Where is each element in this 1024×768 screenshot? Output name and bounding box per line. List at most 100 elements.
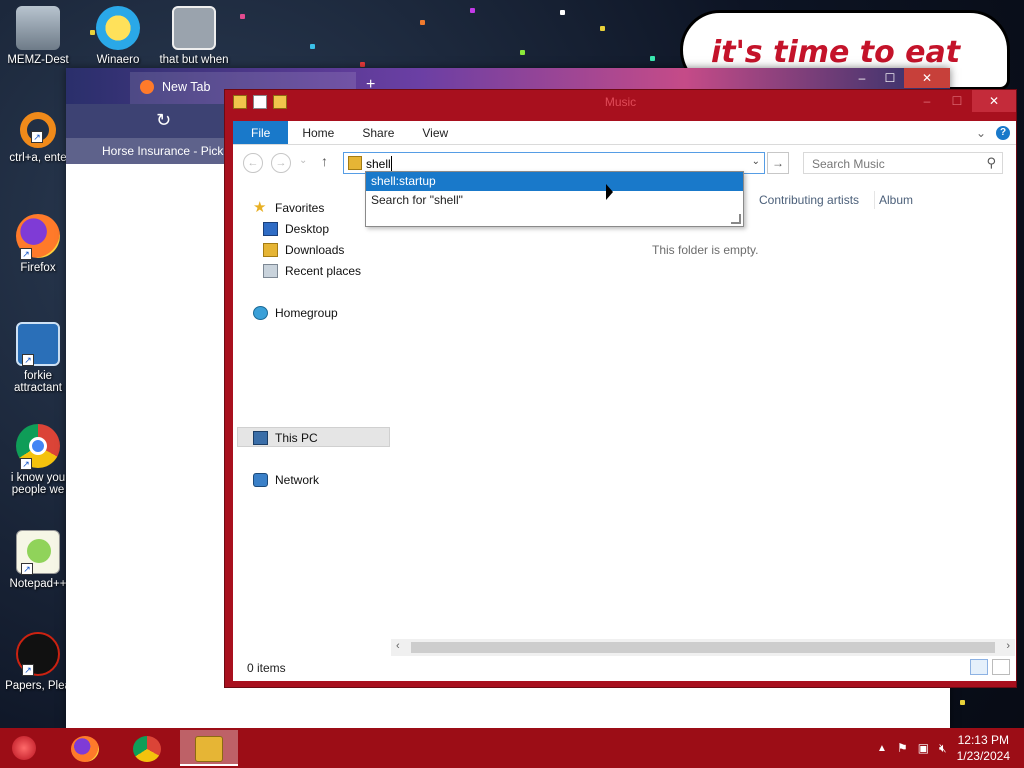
scroll-right-icon[interactable]: ›: [1006, 640, 1010, 652]
clock-date: 1/23/2024: [956, 749, 1010, 763]
nav-homegroup[interactable]: Homegroup: [253, 303, 338, 323]
back-button[interactable]: ←: [243, 153, 263, 173]
reload-icon[interactable]: ↻: [156, 110, 171, 131]
shortcut-arrow-icon: ↗: [22, 354, 34, 366]
chrome-icon: ↗: [16, 424, 60, 470]
forward-button[interactable]: →: [271, 153, 291, 173]
scrollbar-thumb[interactable]: [411, 642, 995, 653]
suggestion-item[interactable]: shell:startup: [366, 172, 743, 191]
address-dropdown-icon[interactable]: ⌄: [752, 156, 760, 167]
browser-window-controls: – ☐ ✕: [848, 68, 950, 88]
go-button[interactable]: →: [767, 152, 789, 174]
winaero-icon: [96, 6, 140, 50]
firefox-icon: [71, 736, 99, 762]
shortcut-arrow-icon: ↗: [20, 248, 32, 260]
desktop-icon-notepadpp[interactable]: ↗ Notepad++: [2, 530, 74, 590]
search-icon[interactable]: ⚲: [986, 155, 996, 171]
address-autocomplete: shell:startup Search for "shell": [365, 171, 744, 227]
recent-locations-icon[interactable]: ⌄: [299, 155, 307, 166]
chrome-icon: [133, 736, 161, 762]
explorer-window-controls: – ☐ ✕: [912, 90, 1016, 112]
ribbon-right: ⌄ ?: [976, 121, 1016, 144]
mouse-pointer-icon: [606, 183, 613, 205]
tab-share[interactable]: Share: [348, 121, 408, 144]
clock-time: 12:13 PM: [957, 733, 1009, 747]
scroll-left-icon[interactable]: ‹: [396, 640, 400, 652]
computer-icon: [253, 431, 268, 445]
minimize-button[interactable]: –: [912, 90, 942, 112]
tab-file[interactable]: File: [233, 121, 289, 144]
shortcut-arrow-icon: ↗: [22, 664, 34, 676]
horizontal-scrollbar[interactable]: ‹ ›: [391, 639, 1015, 656]
nav-desktop[interactable]: Desktop: [263, 219, 329, 239]
column-header-album[interactable]: Album: [879, 193, 913, 207]
desktop-icon-that-but-when[interactable]: that but when: [158, 6, 230, 66]
nav-this-pc[interactable]: This PC: [253, 428, 318, 448]
window-title: Music: [604, 95, 637, 109]
shortcut-arrow-icon: ↗: [20, 458, 32, 470]
system-tray: ▲ ⚑ ▣ 🔇︎ 12:13 PM 1/23/2024: [877, 728, 1024, 768]
minimize-button[interactable]: –: [848, 68, 876, 88]
volume-muted-icon[interactable]: 🔇︎: [939, 741, 947, 756]
orange-ring-icon: ↗: [20, 112, 56, 148]
bookmark-horse-insurance[interactable]: Horse Insurance - Pick...: [102, 144, 233, 158]
nav-favorites[interactable]: ★ Favorites: [253, 198, 324, 218]
tray-chevron-icon[interactable]: ▲: [877, 743, 887, 754]
text-caret: [391, 156, 392, 171]
maximize-button[interactable]: ☐: [942, 90, 972, 112]
view-toggle: [970, 659, 1010, 675]
desktop-icon-papers-please[interactable]: ↗ Papers, Plea: [2, 632, 74, 692]
start-button[interactable]: [8, 736, 40, 762]
taskbar-file-explorer[interactable]: [180, 730, 238, 766]
network-icon: [253, 473, 268, 487]
up-button[interactable]: ↑: [321, 153, 328, 169]
desktop-icon-winaero[interactable]: Winaero: [82, 6, 154, 66]
shortcut-arrow-icon: ↗: [31, 131, 43, 143]
resize-grip-icon[interactable]: [731, 214, 741, 224]
large-icons-view-icon[interactable]: [992, 659, 1010, 675]
ribbon-tabs: File Home Share View ⌄ ?: [233, 121, 1016, 145]
tab-view[interactable]: View: [408, 121, 462, 144]
desktop-icon-firefox[interactable]: ↗ Firefox: [2, 214, 74, 274]
empty-folder-message: This folder is empty.: [652, 243, 759, 257]
search-input[interactable]: Search Music ⚲: [803, 152, 1003, 174]
nav-recent-places[interactable]: Recent places: [263, 261, 361, 281]
status-item-count: 0 items: [247, 661, 286, 675]
column-header-contributing-artists[interactable]: Contributing artists: [759, 193, 859, 207]
navigation-pane: ★ Favorites Desktop Downloads Recent pla…: [233, 181, 390, 681]
details-view-icon[interactable]: [970, 659, 988, 675]
help-icon[interactable]: ?: [996, 125, 1010, 140]
suggestion-item[interactable]: Search for "shell": [366, 191, 743, 210]
firefox-icon: [140, 80, 154, 94]
close-button[interactable]: ✕: [904, 68, 950, 88]
firefox-icon: ↗: [16, 214, 60, 260]
file-list[interactable]: Contributing artists Album This folder i…: [390, 181, 1016, 661]
shortcut-arrow-icon: ↗: [21, 563, 33, 575]
tab-home[interactable]: Home: [288, 121, 348, 144]
star-icon: ★: [253, 199, 267, 216]
settings-monitor-icon: ↗: [16, 322, 60, 366]
taskbar-chrome[interactable]: [118, 730, 176, 766]
desktop-icon-ctrl-a[interactable]: ↗ ctrl+a, ente: [2, 112, 74, 164]
clock[interactable]: 12:13 PM 1/23/2024: [957, 732, 1010, 764]
desktop-icon-memz[interactable]: MEMZ-Dest: [2, 6, 74, 66]
stacked-windows-icon: [172, 6, 216, 50]
downloads-icon: [263, 243, 278, 257]
nav-downloads[interactable]: Downloads: [263, 240, 344, 260]
folder-icon: [348, 156, 362, 170]
expand-ribbon-icon[interactable]: ⌄: [976, 126, 986, 140]
folder-icon: [195, 736, 223, 762]
desktop-icon-chrome[interactable]: ↗ i know you people we: [2, 424, 74, 496]
network-icon[interactable]: ▣: [918, 741, 929, 755]
maximize-button[interactable]: ☐: [876, 68, 904, 88]
flag-icon[interactable]: ⚑: [897, 741, 908, 755]
taskbar: ▲ ⚑ ▣ 🔇︎ 12:13 PM 1/23/2024: [0, 728, 1024, 768]
recent-places-icon: [263, 264, 278, 278]
recycle-bin-icon: [16, 6, 60, 50]
desktop-icon-forkie[interactable]: ↗ forkie attractant: [2, 322, 74, 394]
column-divider: [874, 191, 875, 209]
close-button[interactable]: ✕: [972, 90, 1016, 112]
taskbar-firefox[interactable]: [56, 730, 114, 766]
address-input[interactable]: shell: [366, 157, 391, 171]
nav-network[interactable]: Network: [253, 470, 319, 490]
